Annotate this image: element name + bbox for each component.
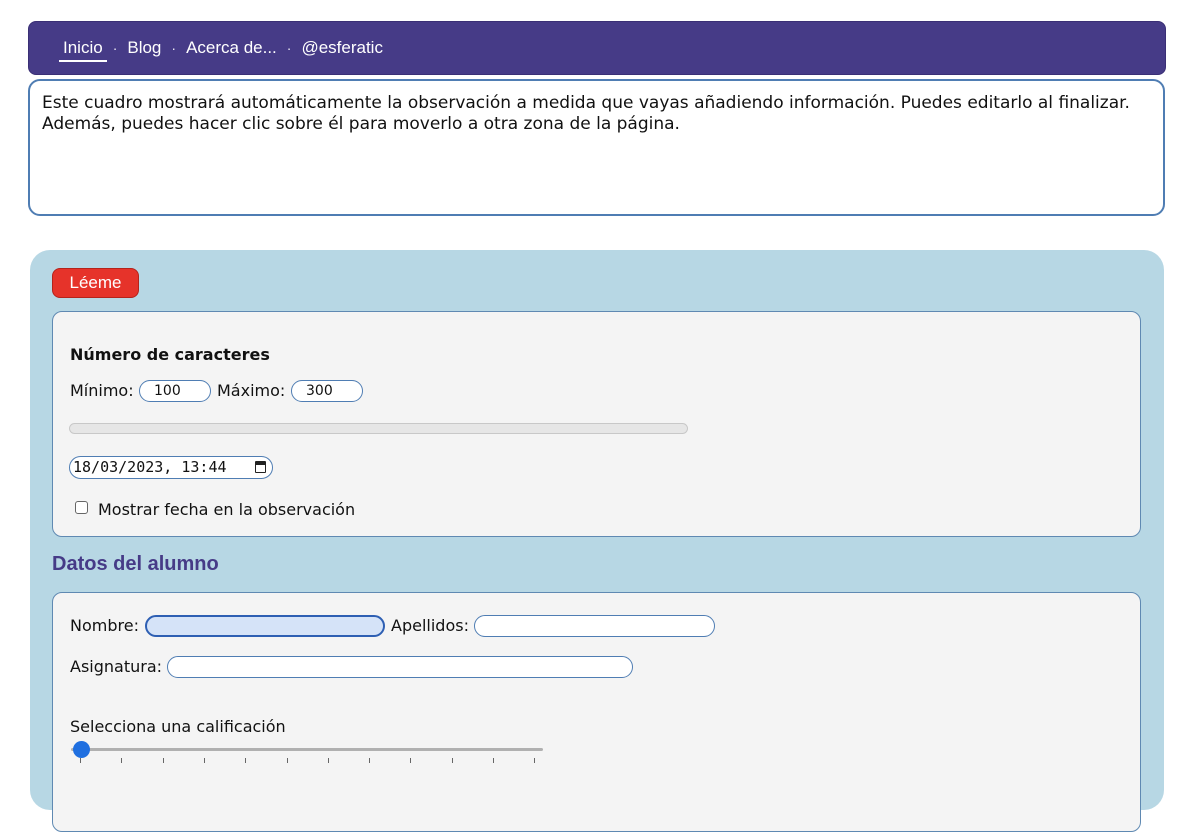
- top-nav: Inicio · Blog · Acerca de... · @esferati…: [28, 21, 1166, 75]
- min-chars-input[interactable]: 100: [139, 380, 211, 402]
- slider-tick: [493, 758, 494, 763]
- slider-tick: [121, 758, 123, 763]
- slider-tick: [369, 758, 371, 763]
- character-progress-bar: [69, 423, 688, 434]
- slider-tick: [203, 758, 205, 763]
- max-label: Máximo:: [217, 381, 286, 400]
- subject-input[interactable]: [167, 656, 633, 678]
- slider-tick: [410, 758, 412, 763]
- slider-tick: [534, 758, 536, 763]
- student-data-box: Nombre: Apellidos: Asignatura: Seleccion…: [52, 592, 1141, 832]
- slider-tick: [327, 758, 329, 763]
- grade-slider-track[interactable]: [71, 748, 543, 751]
- name-input[interactable]: [145, 615, 385, 637]
- surname-label: Apellidos:: [391, 616, 469, 635]
- calendar-icon[interactable]: [255, 461, 266, 473]
- nav-item-inicio[interactable]: Inicio: [59, 38, 107, 62]
- main-panel: Léeme Número de caracteres Mínimo: 100 M…: [30, 250, 1164, 832]
- date-input[interactable]: 18/03/2023, 13:44: [69, 456, 273, 479]
- slider-tick: [80, 758, 81, 763]
- show-date-checkbox[interactable]: [75, 501, 88, 514]
- grade-slider-thumb[interactable]: [73, 741, 90, 758]
- nav-item-esferatic[interactable]: @esferatic: [297, 38, 387, 58]
- nav-item-acerca[interactable]: Acerca de...: [182, 38, 281, 58]
- nav-item-blog[interactable]: Blog: [123, 38, 165, 58]
- max-chars-input[interactable]: 300: [291, 380, 363, 402]
- observation-textarea[interactable]: Este cuadro mostrará automáticamente la …: [28, 79, 1165, 216]
- student-section-title: Datos del alumno: [52, 553, 219, 575]
- nav-separator: ·: [171, 40, 177, 56]
- grade-label: Selecciona una calificación: [70, 717, 286, 736]
- name-label: Nombre:: [70, 616, 139, 635]
- slider-tick: [245, 758, 247, 763]
- date-value: 18/03/2023, 13:44: [73, 458, 227, 476]
- character-settings-box: Número de caracteres Mínimo: 100 Máximo:…: [52, 311, 1141, 537]
- characters-heading: Número de caracteres: [70, 345, 270, 364]
- slider-tick: [286, 758, 288, 763]
- surname-input[interactable]: [474, 615, 715, 637]
- nav-separator: ·: [112, 40, 118, 56]
- min-label: Mínimo:: [70, 381, 134, 400]
- show-date-label: Mostrar fecha en la observación: [98, 500, 356, 519]
- slider-tick: [451, 758, 453, 763]
- subject-label: Asignatura:: [70, 657, 163, 676]
- slider-tick: [162, 758, 164, 763]
- readme-button[interactable]: Léeme: [52, 268, 139, 298]
- nav-separator: ·: [286, 40, 292, 56]
